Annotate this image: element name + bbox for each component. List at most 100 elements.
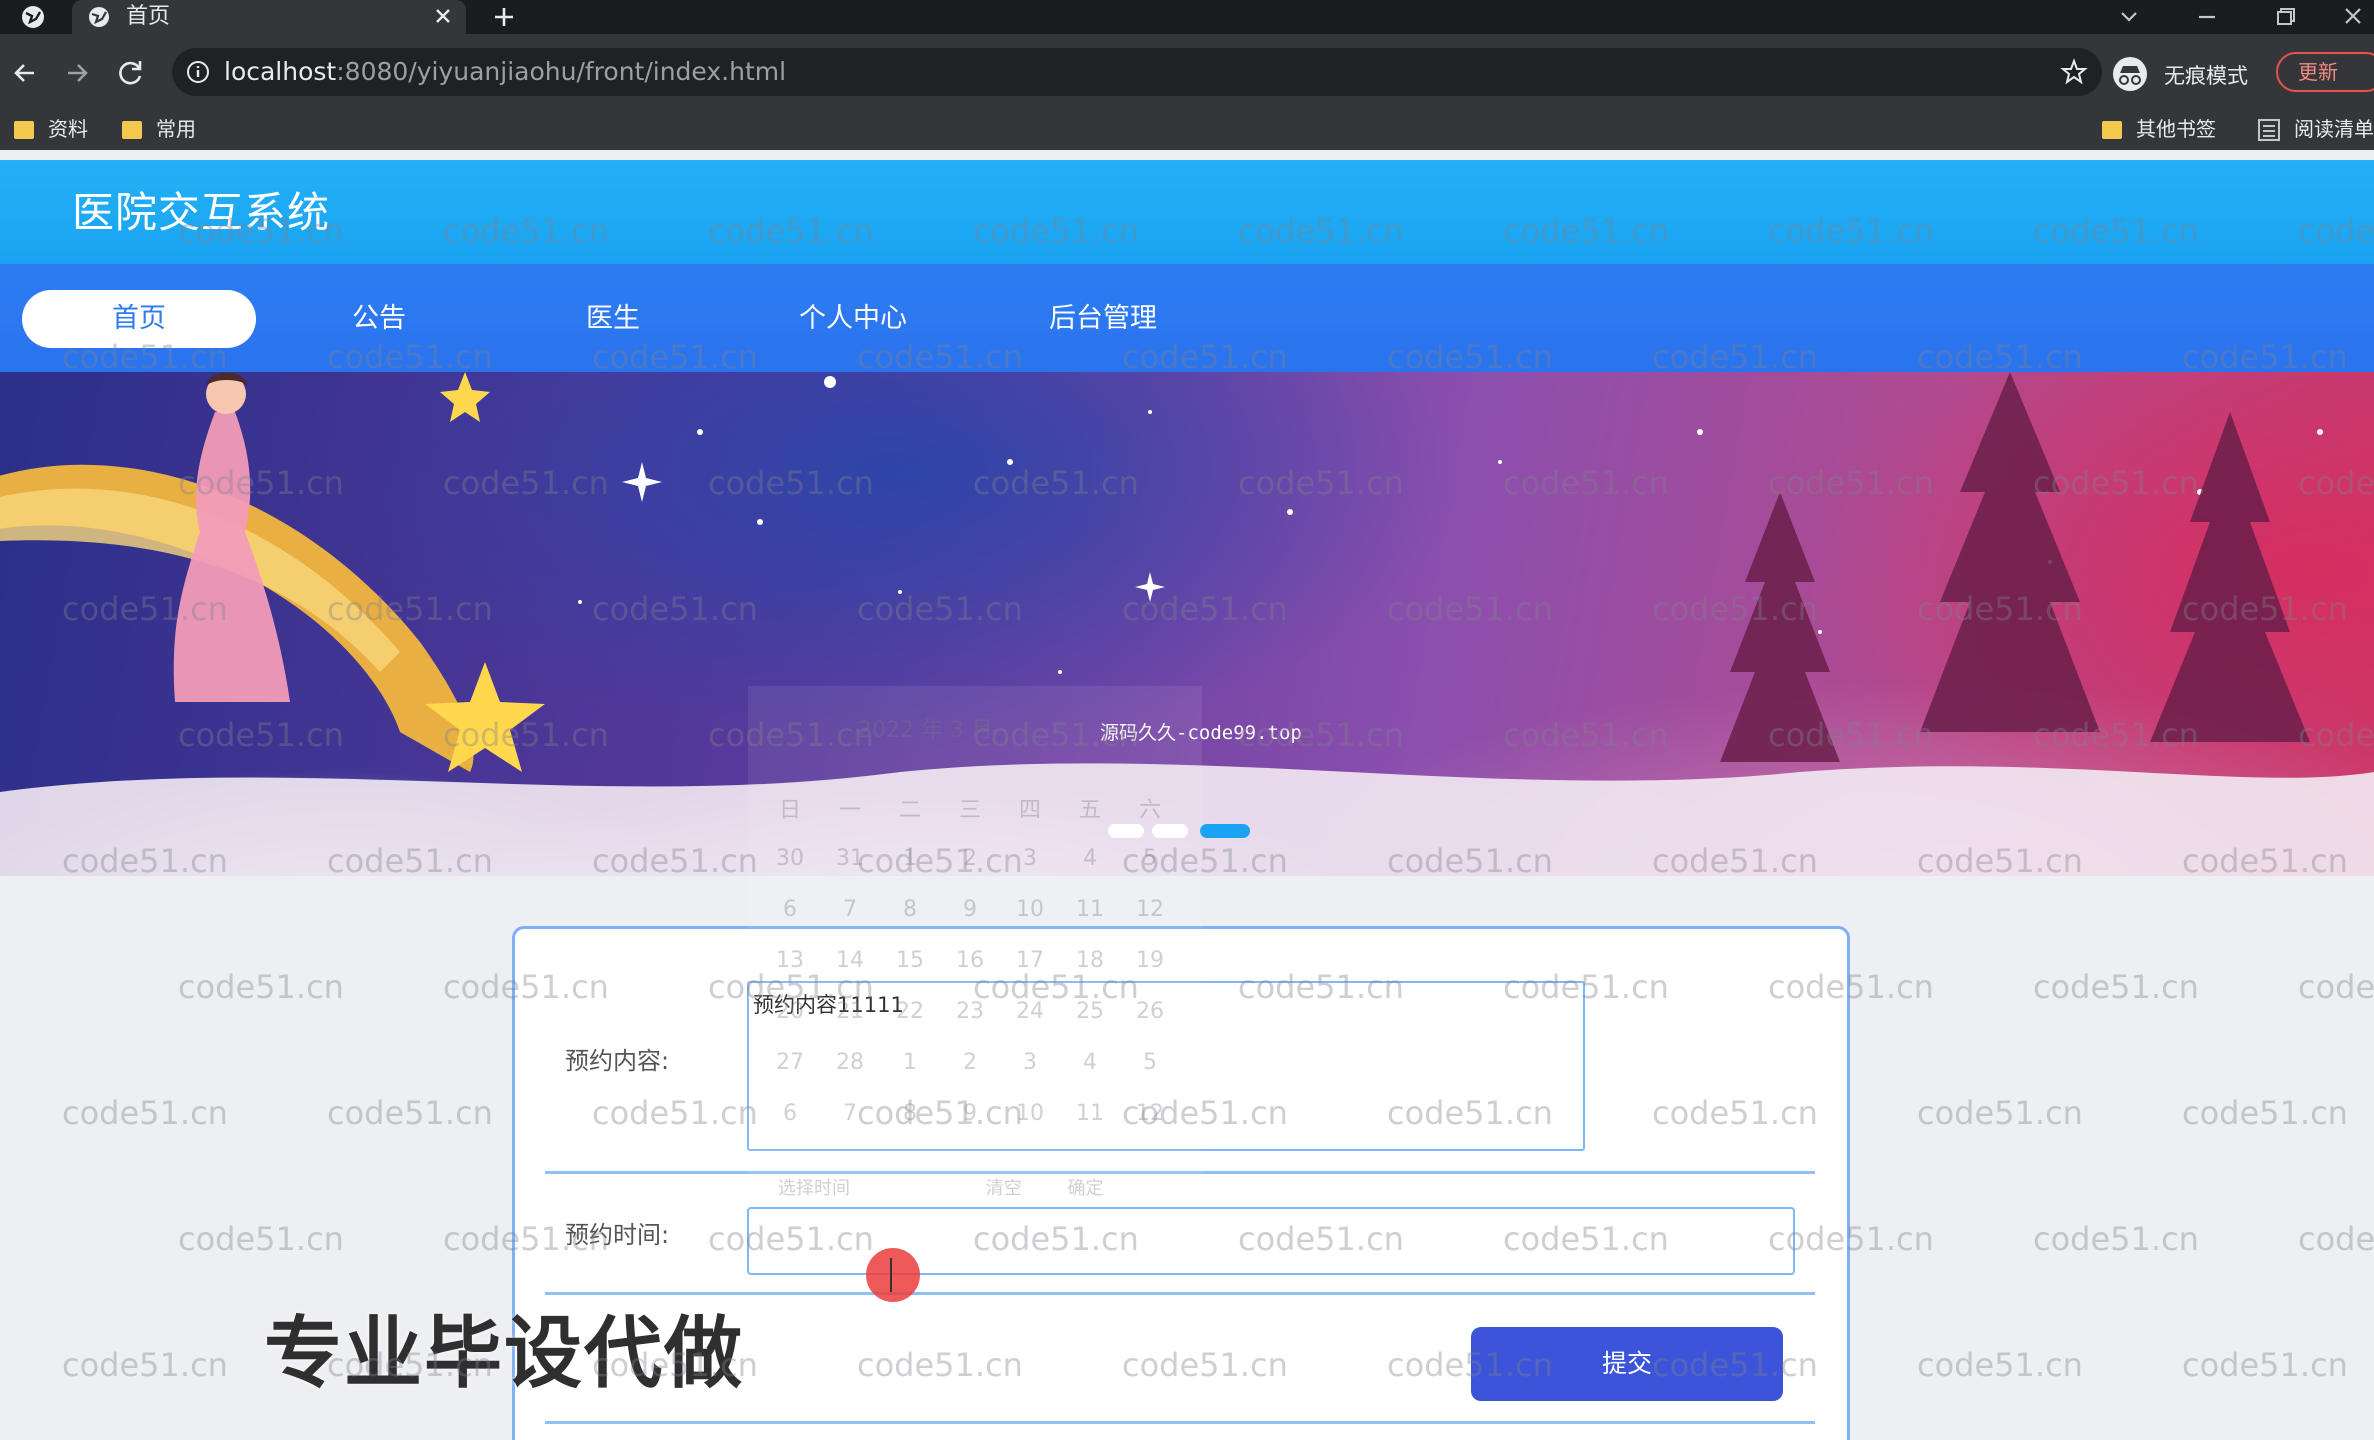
reload-icon[interactable] bbox=[114, 56, 148, 90]
site-title: 医院交互系统 bbox=[72, 188, 331, 237]
date-picker-day[interactable]: 4 bbox=[1060, 846, 1120, 871]
date-picker-day[interactable]: 10 bbox=[1000, 897, 1060, 922]
tab-search-chevron-icon[interactable] bbox=[2112, 3, 2146, 31]
date-picker-day[interactable]: 13 bbox=[760, 948, 820, 973]
watermark-text: code51.cn bbox=[2298, 1220, 2374, 1258]
nav-announcements[interactable]: 公告 bbox=[306, 290, 452, 348]
nav-doctors[interactable]: 医生 bbox=[540, 290, 686, 348]
source-note-text: 源码久久-code99.top bbox=[1100, 722, 1302, 744]
date-picker-day[interactable]: 8 bbox=[880, 1101, 940, 1126]
date-picker-day[interactable]: 9 bbox=[940, 1101, 1000, 1126]
reading-list-button[interactable]: 阅读清单 bbox=[2258, 116, 2374, 142]
nav-admin[interactable]: 后台管理 bbox=[1018, 290, 1188, 348]
date-picker-day[interactable]: 21 bbox=[820, 999, 880, 1024]
bookmark-folder-changyong[interactable]: 常用 bbox=[122, 116, 196, 142]
carousel-dot-3-active[interactable] bbox=[1200, 824, 1250, 838]
date-picker-month-header[interactable]: 2022 年 3 月 bbox=[858, 712, 993, 744]
date-picker-day[interactable]: 5 bbox=[1120, 1050, 1180, 1075]
watermark-text: code51.cn bbox=[62, 1094, 228, 1132]
minimize-icon[interactable] bbox=[2190, 3, 2224, 31]
date-picker-day[interactable]: 1 bbox=[880, 1050, 940, 1075]
date-picker-day[interactable]: 31 bbox=[820, 846, 880, 871]
date-picker-day[interactable]: 11 bbox=[1060, 897, 1120, 922]
date-picker-day[interactable]: 22 bbox=[880, 999, 940, 1024]
date-picker-day[interactable]: 15 bbox=[880, 948, 940, 973]
date-picker-day[interactable]: 19 bbox=[1120, 948, 1180, 973]
watermark-text: code51.cn bbox=[62, 1346, 228, 1384]
date-picker-day[interactable]: 7 bbox=[820, 897, 880, 922]
date-picker-day[interactable]: 2 bbox=[940, 846, 1000, 871]
date-picker-day[interactable]: 8 bbox=[880, 897, 940, 922]
watermark-text: code51.cn bbox=[178, 1220, 344, 1258]
date-picker-day[interactable]: 14 bbox=[820, 948, 880, 973]
date-picker-day[interactable]: 7 bbox=[820, 1101, 880, 1126]
date-picker-day[interactable]: 12 bbox=[1120, 897, 1180, 922]
bookmark-folder-ziliao[interactable]: 资料 bbox=[14, 116, 88, 142]
date-picker-weekday: 四 bbox=[1018, 798, 1041, 823]
restore-icon[interactable] bbox=[2268, 3, 2302, 31]
close-window-icon[interactable] bbox=[2336, 3, 2370, 31]
date-picker-day[interactable]: 23 bbox=[940, 999, 1000, 1024]
bookmark-label: 资料 bbox=[48, 117, 88, 141]
form-divider bbox=[545, 1421, 1815, 1424]
close-tab-icon[interactable] bbox=[432, 5, 454, 27]
site-header: 医院交互系统 bbox=[0, 160, 2374, 264]
nav-home[interactable]: 首页 bbox=[22, 290, 256, 348]
bookmark-label: 常用 bbox=[156, 117, 196, 141]
date-picker-day[interactable]: 11 bbox=[1060, 1101, 1120, 1126]
back-arrow-icon[interactable] bbox=[8, 56, 42, 90]
time-label: 预约时间: bbox=[565, 1221, 670, 1249]
bookmarks-bar: 资料 常用 其他书签 阅读清单 bbox=[0, 106, 2374, 150]
watermark-text: code51.cn bbox=[2033, 1220, 2199, 1258]
date-picker-day[interactable]: 10 bbox=[1000, 1101, 1060, 1126]
date-picker-weekday: 一 bbox=[838, 798, 861, 823]
info-icon[interactable] bbox=[186, 60, 210, 84]
date-picker-day[interactable]: 25 bbox=[1060, 999, 1120, 1024]
date-picker-day[interactable]: 12 bbox=[1120, 1101, 1180, 1126]
other-bookmarks-folder[interactable]: 其他书签 bbox=[2102, 116, 2216, 142]
date-picker-confirm[interactable]: 确定 bbox=[1067, 1178, 1103, 1199]
date-picker-day[interactable]: 18 bbox=[1060, 948, 1120, 973]
date-picker-select-time[interactable]: 选择时间 bbox=[778, 1178, 850, 1199]
address-bar[interactable]: localhost:8080/yiyuanjiaohu/front/index.… bbox=[172, 48, 2102, 96]
folder-icon bbox=[2102, 121, 2122, 139]
date-picker-day[interactable]: 6 bbox=[760, 897, 820, 922]
date-picker-day[interactable]: 30 bbox=[760, 846, 820, 871]
date-picker-day[interactable]: 9 bbox=[940, 897, 1000, 922]
date-picker-day[interactable]: 4 bbox=[1060, 1050, 1120, 1075]
forward-arrow-icon[interactable] bbox=[60, 56, 94, 90]
date-picker-day[interactable]: 26 bbox=[1120, 999, 1180, 1024]
update-button[interactable]: 更新 bbox=[2276, 52, 2374, 92]
submit-button[interactable]: 提交 bbox=[1471, 1327, 1783, 1401]
date-picker-day[interactable]: 2 bbox=[940, 1050, 1000, 1075]
date-picker-day[interactable]: 3 bbox=[1000, 1050, 1060, 1075]
date-picker-day[interactable]: 16 bbox=[940, 948, 1000, 973]
date-picker-day[interactable]: 3 bbox=[1000, 846, 1060, 871]
browser-tab[interactable]: 首页 bbox=[72, 0, 466, 34]
date-picker-day[interactable]: 28 bbox=[820, 1050, 880, 1075]
date-picker-clear[interactable]: 清空 bbox=[986, 1178, 1022, 1199]
new-tab-plus-icon[interactable] bbox=[490, 3, 518, 31]
watermark-text: code51.cn bbox=[2182, 1346, 2348, 1384]
date-picker-day[interactable]: 17 bbox=[1000, 948, 1060, 973]
nav-personal-center[interactable]: 个人中心 bbox=[768, 290, 938, 348]
date-picker-footer: 选择时间 清空 确定 bbox=[778, 1174, 1103, 1200]
watermark-text: code51.cn bbox=[1917, 1094, 2083, 1132]
main-navigation: 首页 公告 医生 个人中心 后台管理 bbox=[0, 264, 2374, 372]
date-picker-day[interactable]: 5 bbox=[1120, 846, 1180, 871]
watermark-text: code51.cn bbox=[2298, 968, 2374, 1006]
watermark-text: code51.cn bbox=[1917, 1346, 2083, 1384]
bookmark-star-icon[interactable] bbox=[2060, 58, 2088, 86]
date-picker-day[interactable]: 24 bbox=[1000, 999, 1060, 1024]
date-picker-day[interactable]: 1 bbox=[880, 846, 940, 871]
date-picker-day[interactable]: 27 bbox=[760, 1050, 820, 1075]
date-picker-weekday: 五 bbox=[1078, 798, 1101, 823]
folder-icon bbox=[122, 121, 142, 139]
date-picker-weekday: 三 bbox=[958, 798, 981, 823]
date-picker-day[interactable]: 20 bbox=[760, 999, 820, 1024]
watermark-text: code51.cn bbox=[178, 968, 344, 1006]
browser-app-icon[interactable] bbox=[18, 4, 48, 30]
tab-title: 首页 bbox=[126, 4, 171, 29]
text-cursor-icon bbox=[890, 1258, 896, 1292]
date-picker-day[interactable]: 6 bbox=[760, 1101, 820, 1126]
